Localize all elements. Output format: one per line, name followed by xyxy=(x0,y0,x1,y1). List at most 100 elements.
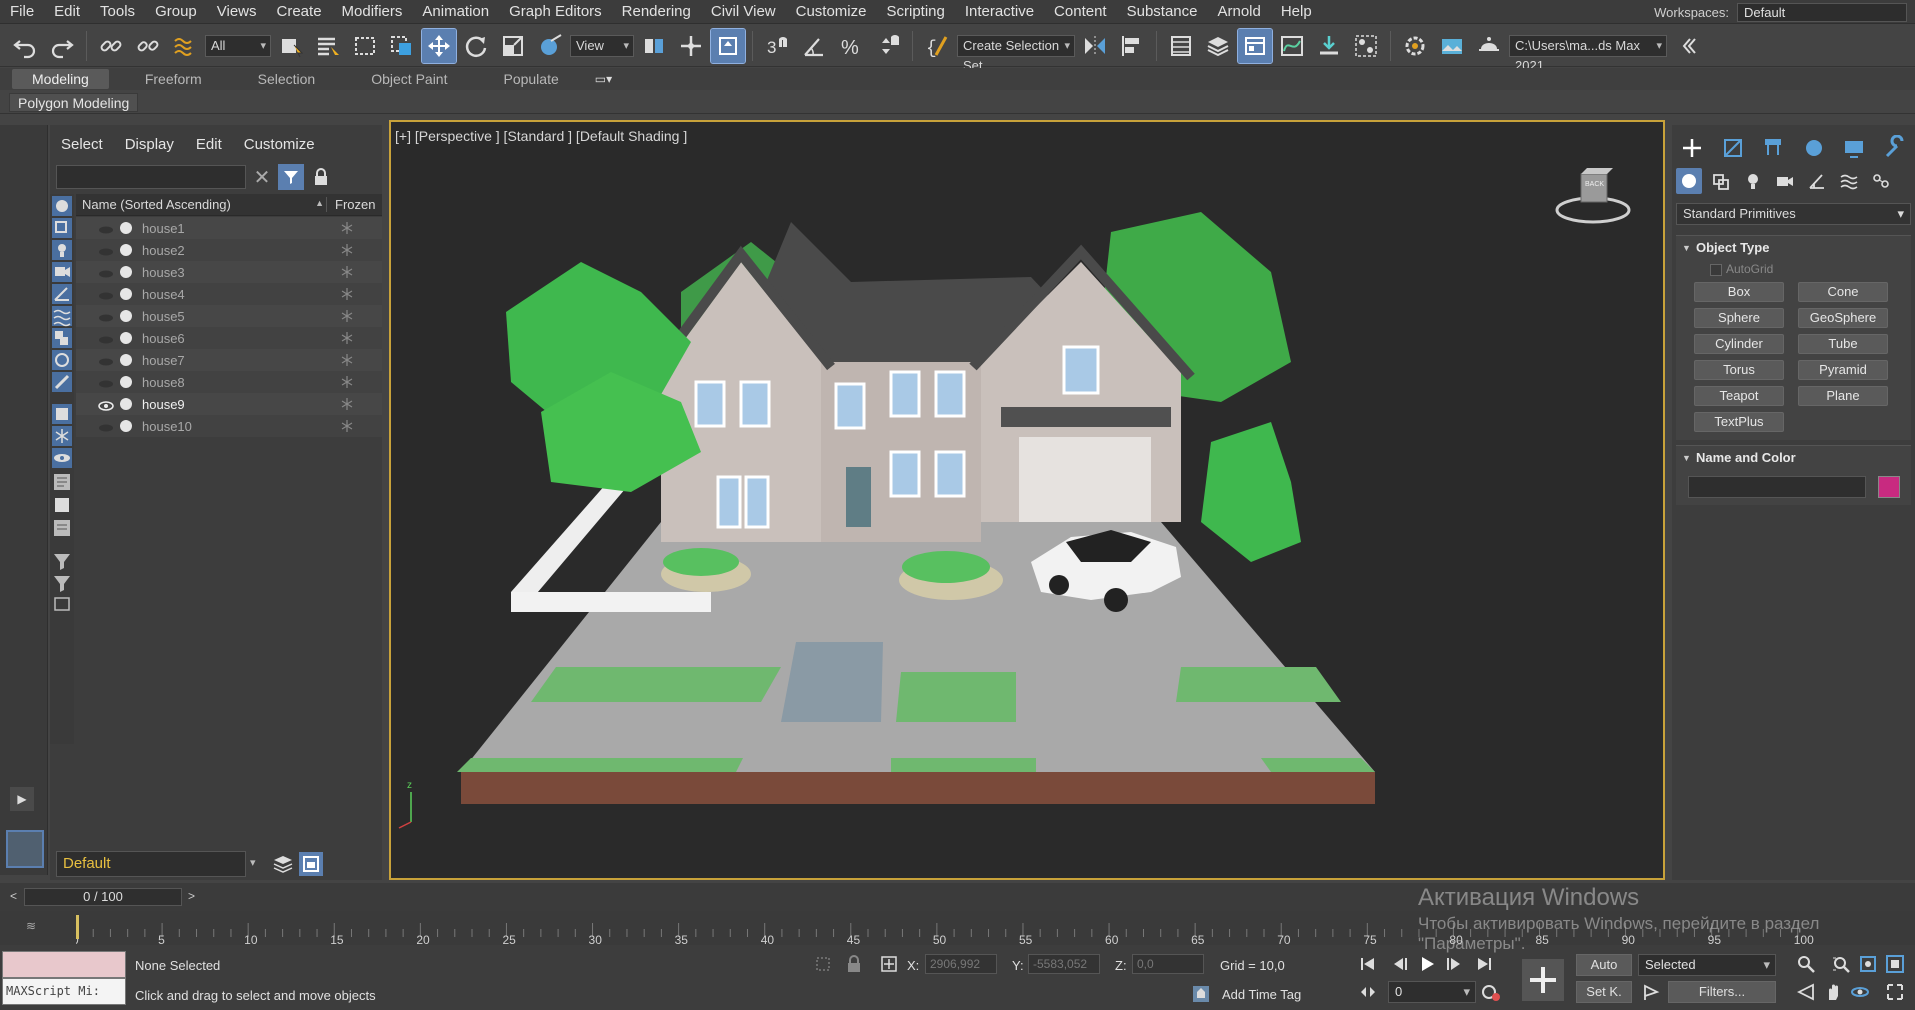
spinner-snap-icon[interactable] xyxy=(871,29,905,63)
rendered-frame-window-icon[interactable] xyxy=(1435,29,1469,63)
cylinder-button[interactable]: Cylinder xyxy=(1694,334,1784,354)
track-bar[interactable]: ≋ 05101520253035404550556065707580859095… xyxy=(0,911,1915,945)
expand-toolbar-icon[interactable] xyxy=(1670,29,1704,63)
list-item[interactable]: house3 xyxy=(76,261,382,283)
display-xrefs-icon[interactable] xyxy=(52,350,72,370)
object-color-swatch[interactable] xyxy=(1877,476,1900,498)
perspective-viewport[interactable]: z [+] [Perspective ] [Standard ] [Defaul… xyxy=(389,120,1665,880)
frozen-toggle-icon[interactable] xyxy=(340,309,354,323)
hidden-eye-icon[interactable] xyxy=(98,245,114,256)
menu-customize[interactable]: Customize xyxy=(786,0,877,24)
z-coordinate-field[interactable]: 0,0 xyxy=(1132,954,1204,974)
pivot-center-icon[interactable] xyxy=(637,29,671,63)
time-configuration-icon[interactable] xyxy=(1480,981,1502,1003)
visibility-eye-icon[interactable] xyxy=(98,399,114,411)
pan-view-icon[interactable] xyxy=(1822,981,1844,1003)
material-editor-icon[interactable] xyxy=(1349,29,1383,63)
modify-tab-icon[interactable] xyxy=(1720,135,1746,161)
autogrid-checkbox[interactable]: AutoGrid xyxy=(1676,260,1911,278)
percent-snap-icon[interactable]: % xyxy=(834,29,868,63)
selection-lock-icon[interactable] xyxy=(843,953,865,975)
menu-animation[interactable]: Animation xyxy=(412,0,499,24)
primitive-category-dropdown[interactable]: Standard Primitives xyxy=(1676,203,1911,225)
schematic-view-icon[interactable] xyxy=(1312,29,1346,63)
utilities-tab-icon[interactable] xyxy=(1882,135,1908,161)
keyboard-shortcut-override-icon[interactable] xyxy=(710,27,746,64)
zoom-extents-all-icon[interactable] xyxy=(1884,953,1906,975)
select-and-rotate-icon[interactable] xyxy=(459,29,493,63)
display-bones-icon[interactable] xyxy=(52,372,72,392)
filters-button[interactable]: Filters... xyxy=(1668,981,1776,1003)
menu-content[interactable]: Content xyxy=(1044,0,1117,24)
redo-icon[interactable] xyxy=(45,29,79,63)
toggle-layer-explorer-icon[interactable] xyxy=(1201,29,1235,63)
motion-tab-icon[interactable] xyxy=(1801,135,1827,161)
geosphere-button[interactable]: GeoSphere xyxy=(1798,308,1888,328)
render-production-icon[interactable] xyxy=(1472,29,1506,63)
menu-group[interactable]: Group xyxy=(145,0,207,24)
absolute-mode-transform-icon[interactable] xyxy=(878,953,900,975)
time-slider-next-icon[interactable]: > xyxy=(188,889,195,903)
teapot-button[interactable]: Teapot xyxy=(1694,386,1784,406)
window-crossing-icon[interactable] xyxy=(385,29,419,63)
add-time-tag-button[interactable]: Add Time Tag xyxy=(1222,987,1301,1002)
list-item[interactable]: house1 xyxy=(76,217,382,239)
frozen-toggle-icon[interactable] xyxy=(340,221,354,235)
helpers-category-icon[interactable] xyxy=(1804,168,1830,194)
list-item[interactable]: house2 xyxy=(76,239,382,261)
mirror-icon[interactable] xyxy=(1078,29,1112,63)
geometry-category-icon[interactable] xyxy=(1676,168,1702,194)
tab-freeform[interactable]: Freeform xyxy=(125,69,222,89)
current-layer-dropdown[interactable]: Default xyxy=(56,851,246,877)
frozen-toggle-icon[interactable] xyxy=(340,419,354,433)
display-frozen-icon[interactable] xyxy=(52,426,72,446)
tube-button[interactable]: Tube xyxy=(1798,334,1888,354)
display-groups-icon[interactable] xyxy=(52,328,72,348)
tab-populate[interactable]: Populate xyxy=(483,69,578,89)
frozen-toggle-icon[interactable] xyxy=(340,287,354,301)
display-all-icon[interactable] xyxy=(54,474,70,490)
column-name-header[interactable]: Name (Sorted Ascending) xyxy=(76,197,326,212)
list-item[interactable]: house4 xyxy=(76,283,382,305)
x-coordinate-field[interactable]: 2906,992 xyxy=(925,954,997,974)
maxscript-mini-input[interactable]: MAXScript Mi: xyxy=(2,978,126,1005)
field-of-view-icon[interactable] xyxy=(1795,981,1817,1003)
systems-category-icon[interactable] xyxy=(1868,168,1894,194)
hidden-eye-icon[interactable] xyxy=(98,223,114,234)
display-cameras-icon[interactable] xyxy=(52,262,72,282)
display-helpers-icon[interactable] xyxy=(52,284,72,304)
key-filter-dropdown[interactable]: Selected xyxy=(1638,954,1776,976)
frozen-toggle-icon[interactable] xyxy=(340,243,354,257)
frame-ruler[interactable]: 0510152025303540455055606570758085909510… xyxy=(76,911,1851,945)
menu-graph-editors[interactable]: Graph Editors xyxy=(499,0,612,24)
render-setup-icon[interactable] xyxy=(1398,29,1432,63)
cameras-category-icon[interactable] xyxy=(1772,168,1798,194)
select-manipulate-icon[interactable] xyxy=(674,29,708,63)
toggle-ribbon-icon[interactable] xyxy=(1237,27,1273,64)
filter-funnel-b-icon[interactable] xyxy=(54,576,70,592)
menu-civil-view[interactable]: Civil View xyxy=(701,0,786,24)
explorer-options-icon[interactable] xyxy=(54,597,70,611)
explorer-menu-display[interactable]: Display xyxy=(114,133,185,157)
tab-object-paint[interactable]: Object Paint xyxy=(351,69,467,89)
unlink-icon[interactable] xyxy=(131,29,165,63)
auto-key-button[interactable]: Auto xyxy=(1576,954,1632,976)
named-selection-dropdown[interactable]: Create Selection Set xyxy=(957,34,1075,73)
explorer-menu-edit[interactable]: Edit xyxy=(185,133,233,157)
time-slider[interactable]: 0 / 100 xyxy=(24,888,182,906)
menu-help[interactable]: Help xyxy=(1271,0,1322,24)
list-item[interactable]: house8 xyxy=(76,371,382,393)
hidden-eye-icon[interactable] xyxy=(98,421,114,432)
viewport-label[interactable]: [+] [Perspective ] [Standard ] [Default … xyxy=(395,128,687,144)
select-and-scale-icon[interactable] xyxy=(496,29,530,63)
toggle-scene-explorer-icon[interactable] xyxy=(1164,29,1198,63)
hidden-eye-icon[interactable] xyxy=(98,311,114,322)
display-shapes-icon[interactable] xyxy=(52,218,72,238)
viewcube[interactable]: BACK xyxy=(1553,160,1633,230)
list-item[interactable]: house6 xyxy=(76,327,382,349)
menu-views[interactable]: Views xyxy=(207,0,267,24)
display-invert-icon[interactable] xyxy=(54,520,70,536)
go-to-end-icon[interactable] xyxy=(1473,953,1495,975)
rectangular-selection-icon[interactable] xyxy=(348,29,382,63)
column-frozen-header[interactable]: Frozen xyxy=(326,197,375,212)
